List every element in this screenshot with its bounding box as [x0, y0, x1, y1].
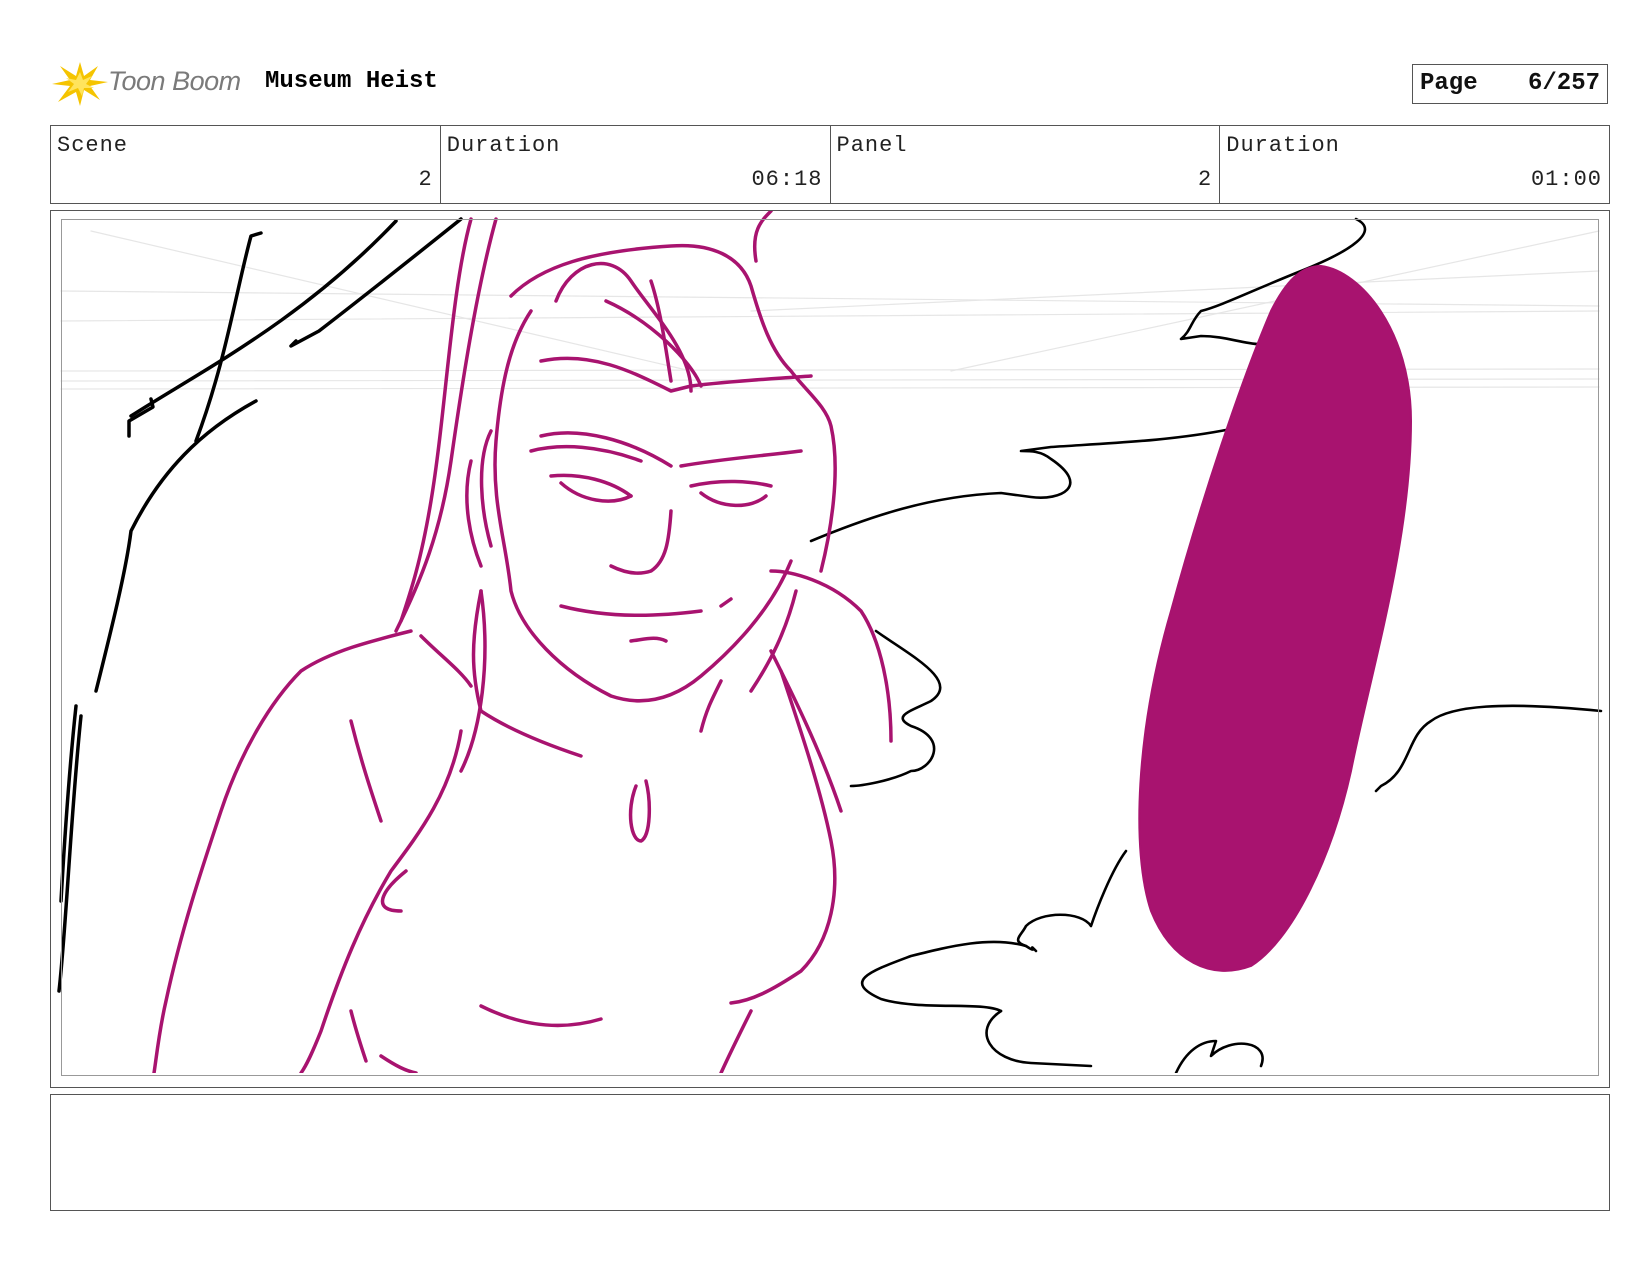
page-value: 6/257 — [1527, 70, 1600, 97]
scene-label: Scene — [57, 133, 129, 158]
character-sketch — [152, 211, 893, 1073]
panel-value: 2 — [1198, 167, 1213, 192]
panel-duration-label: Duration — [1226, 133, 1340, 158]
panel-label: Panel — [836, 133, 908, 158]
panel-cell: Panel 2 — [831, 126, 1221, 203]
logo-text: Toon Boom — [108, 66, 241, 96]
scene-duration-label: Duration — [446, 133, 561, 158]
scene-duration-cell: Duration 06:18 — [441, 126, 831, 203]
panel-duration-cell: Duration 01:00 — [1220, 126, 1609, 203]
scene-info-row: Scene 2 Duration 06:18 Panel 2 Duration … — [50, 125, 1610, 204]
panel-sketch — [57, 211, 1603, 1073]
magenta-blade-shape — [1138, 265, 1412, 972]
page-label: Page — [1420, 70, 1478, 97]
toon-boom-logo: Toon Boom — [50, 58, 250, 110]
storyboard-panel[interactable] — [50, 210, 1610, 1088]
panel-duration-value: 01:00 — [1530, 167, 1602, 192]
page-indicator: Page 6/257 — [1412, 64, 1608, 104]
scene-duration-value: 06:18 — [751, 167, 823, 192]
scene-value: 2 — [418, 167, 433, 192]
project-title: Museum Heist — [265, 68, 438, 95]
header: Toon Boom Museum Heist — [50, 56, 1610, 112]
burst-icon — [52, 62, 108, 106]
scene-cell: Scene 2 — [51, 126, 441, 203]
panel-notes-box[interactable] — [50, 1094, 1610, 1211]
